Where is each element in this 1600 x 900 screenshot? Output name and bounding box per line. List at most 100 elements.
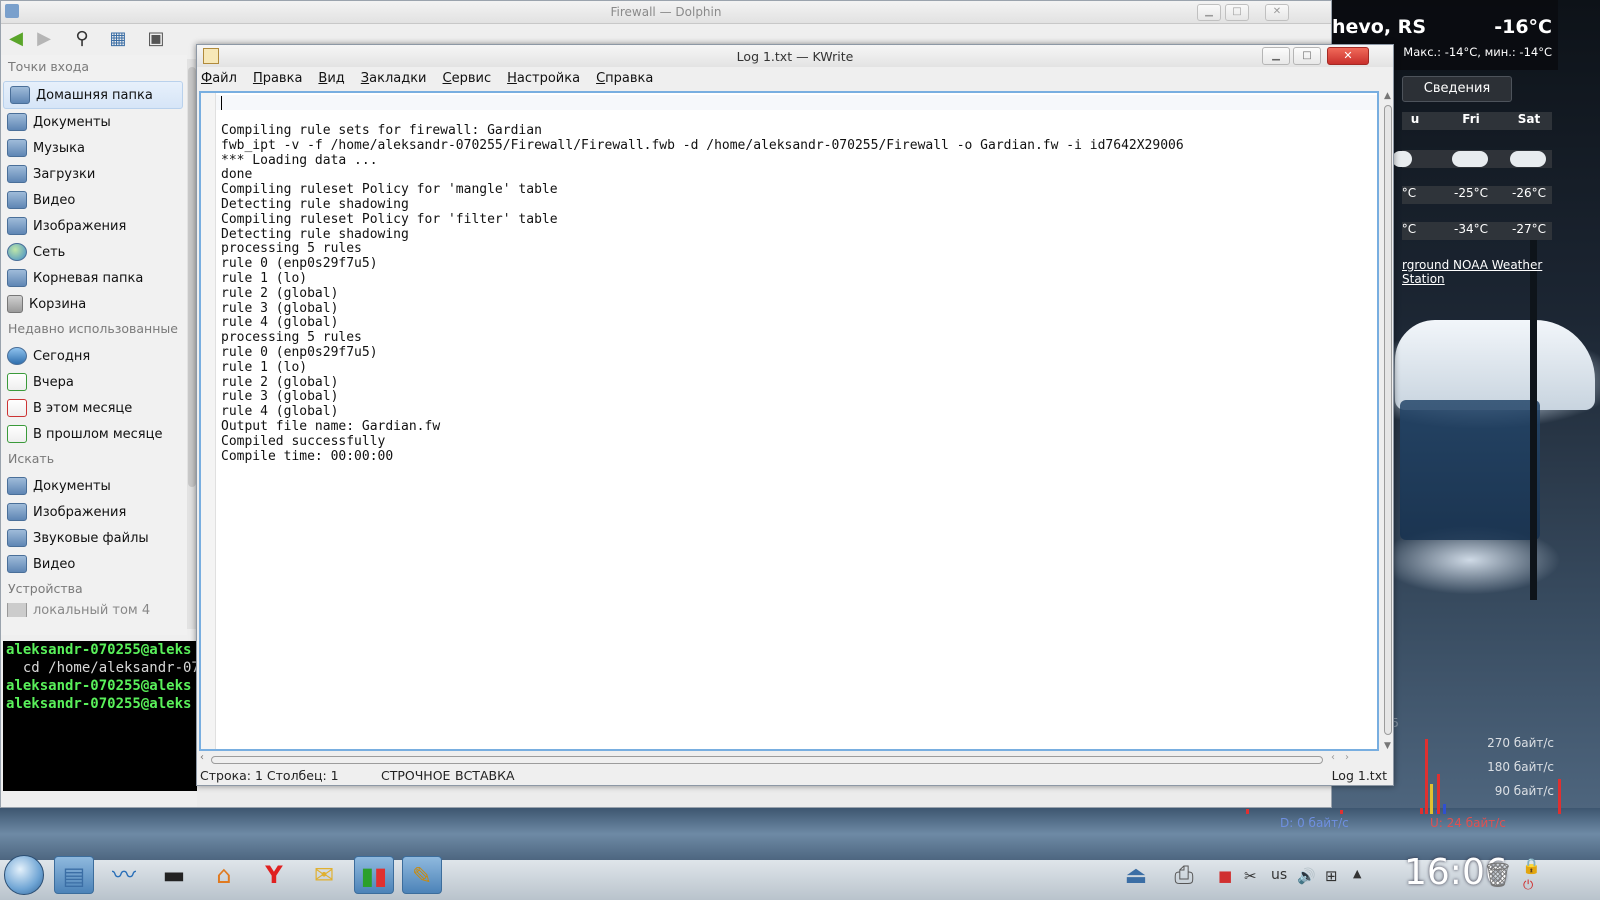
pictures-folder-icon	[7, 217, 27, 235]
kwrite-maximize-button[interactable]: □	[1293, 47, 1321, 65]
dolphin-task-icon[interactable]: ▤	[54, 856, 94, 894]
place-documents[interactable]: Документы	[1, 109, 187, 135]
dolphin-minimize-button[interactable]: ▁	[1197, 4, 1221, 21]
editor-horizontal-scrollbar-thumb[interactable]	[211, 756, 1323, 764]
lock-icon[interactable]: 🔒	[1522, 857, 1541, 875]
weather-details-button[interactable]: Сведения	[1402, 76, 1512, 102]
volume-icon[interactable]: 🔊	[1297, 867, 1316, 885]
tray-expand-arrow-icon[interactable]: ▲	[1353, 867, 1361, 880]
kwrite-titlebar[interactable]: Log 1.txt — KWrite ▁ □ ✕	[197, 45, 1393, 67]
forward-arrow-icon[interactable]: ▶	[31, 28, 57, 50]
terminal-line: aleksandr-070255@aleks	[6, 678, 192, 694]
application-launcher-button[interactable]	[4, 855, 44, 895]
firewall-builder-task-icon[interactable]: ▮▮	[354, 856, 394, 894]
kwrite-task-icon[interactable]: ✎	[402, 856, 442, 894]
kwrite-close-button[interactable]: ✕	[1327, 47, 1369, 65]
editor-vertical-scrollbar-thumb[interactable]	[1384, 105, 1392, 735]
kwrite-window: Log 1.txt — KWrite ▁ □ ✕ Файл Правка Вид…	[196, 44, 1394, 786]
editor-vertical-scrollbar[interactable]: ▲ ▼	[1383, 91, 1393, 751]
mail-icon[interactable]: ✉	[304, 856, 344, 894]
place-videos[interactable]: Видео	[1, 187, 187, 213]
scroll-right-arrow-icon[interactable]: ›	[1345, 752, 1349, 763]
videos-folder-icon	[7, 191, 27, 209]
network-icon[interactable]: ⊞	[1325, 867, 1338, 885]
scroll-left-arrow-icon[interactable]: ‹	[200, 752, 204, 763]
search-documents[interactable]: Документы	[1, 473, 187, 499]
network-level-label: 180 байт/с	[1487, 760, 1554, 774]
menu-settings[interactable]: Настройка	[507, 71, 580, 86]
place-pictures[interactable]: Изображения	[1, 213, 187, 239]
place-label: Сеть	[33, 244, 66, 260]
recent-this-month[interactable]: В этом месяце	[1, 395, 187, 421]
scroll-left-end-icon[interactable]: ‹	[1331, 752, 1335, 763]
network-download-rate: D: 0 байт/с	[1280, 816, 1349, 830]
printer-icon[interactable]: ⎙	[1164, 856, 1204, 894]
network-globe-icon	[7, 243, 27, 261]
clipboard-scissors-icon[interactable]: ✂	[1244, 867, 1257, 885]
place-network[interactable]: Сеть	[1, 239, 187, 265]
view-mode-icon[interactable]: ▦	[105, 28, 131, 50]
terminal-panel[interactable]: aleksandr-070255@aleks cd /home/aleksand…	[3, 641, 197, 791]
weather-day: u	[1410, 112, 1420, 126]
place-label: Корневая папка	[33, 270, 144, 286]
recent-yesterday[interactable]: Вчера	[1, 369, 187, 395]
menu-tools[interactable]: Сервис	[443, 71, 492, 86]
dolphin-close-button[interactable]: ✕	[1265, 4, 1289, 21]
search-icon[interactable]: ⚲	[69, 28, 95, 50]
recent-today[interactable]: Сегодня	[1, 343, 187, 369]
place-music[interactable]: Музыка	[1, 135, 187, 161]
downloads-folder-icon	[7, 165, 27, 183]
yandex-browser-icon[interactable]: Y	[254, 856, 294, 894]
root-folder-icon	[7, 269, 27, 287]
place-trash[interactable]: Корзина	[1, 291, 187, 317]
weather-source-link[interactable]: rground NOAA Weather Station	[1402, 258, 1558, 286]
place-label: Корзина	[29, 296, 87, 312]
menu-edit[interactable]: Правка	[253, 71, 302, 86]
menu-view[interactable]: Вид	[318, 71, 344, 86]
scroll-down-arrow-icon[interactable]: ▼	[1384, 741, 1391, 751]
back-arrow-icon[interactable]: ◀	[3, 28, 29, 50]
power-icon[interactable]: ⏻	[1523, 878, 1533, 893]
weather-high: -25°C	[1454, 186, 1488, 200]
editor-horizontal-scrollbar[interactable]: ‹ ‹ ›	[199, 752, 1379, 766]
device-partial[interactable]: локальный том 4	[1, 603, 187, 617]
search-images[interactable]: Изображения	[1, 499, 187, 525]
place-label: локальный том 4	[33, 603, 151, 617]
text-cursor	[221, 96, 222, 110]
stop-icon[interactable]: ■	[1218, 867, 1232, 885]
menu-bookmarks[interactable]: Закладки	[361, 71, 427, 86]
home-icon[interactable]: ⌂	[204, 856, 244, 894]
network-upload-rate: U: 24 байт/с	[1430, 816, 1506, 830]
keyboard-layout-indicator[interactable]: us	[1271, 867, 1287, 883]
wallpaper-pole	[1530, 240, 1537, 600]
menu-file[interactable]: Файл	[201, 71, 237, 86]
terminal-task-icon[interactable]: ▬	[154, 856, 194, 894]
search-audio[interactable]: Звуковые файлы	[1, 525, 187, 551]
kwrite-minimize-button[interactable]: ▁	[1262, 47, 1290, 65]
trash-icon[interactable]: 🗑	[1478, 856, 1518, 894]
insert-mode[interactable]: ВСТАВКА	[455, 768, 515, 783]
scroll-up-arrow-icon[interactable]: ▲	[1384, 91, 1391, 101]
place-downloads[interactable]: Загрузки	[1, 161, 187, 187]
device-notifier-icon[interactable]: ⏏	[1116, 856, 1156, 894]
search-videos[interactable]: Видео	[1, 551, 187, 577]
documents-folder-icon	[7, 113, 27, 131]
dolphin-maximize-button[interactable]: □	[1225, 4, 1249, 21]
documents-search-icon	[7, 477, 27, 495]
preview-icon[interactable]: ▣	[143, 28, 169, 50]
recent-last-month[interactable]: В прошлом месяце	[1, 421, 187, 447]
place-home[interactable]: Домашняя папка	[3, 81, 183, 109]
network-level-label: 270 байт/с	[1487, 736, 1554, 750]
dolphin-statusbar	[197, 787, 1331, 807]
system-monitor-task-icon[interactable]: 〰	[104, 856, 144, 894]
place-root[interactable]: Корневая папка	[1, 265, 187, 291]
block-selection-mode[interactable]: СТРОЧНОЕ	[381, 768, 450, 783]
menu-help[interactable]: Справка	[596, 71, 653, 86]
text-editor-area[interactable]: Compiling rule sets for firewall: Gardia…	[199, 91, 1379, 751]
editor-content[interactable]: Compiling rule sets for firewall: Gardia…	[221, 123, 1184, 464]
images-search-icon	[7, 503, 27, 521]
dolphin-titlebar[interactable]: Firewall — Dolphin ▁ □ ✕	[1, 1, 1331, 24]
terminal-line: aleksandr-070255@aleks	[6, 642, 192, 658]
places-scrollbar-thumb[interactable]	[188, 67, 196, 487]
cursor-position: Строка: 1 Столбец: 1	[200, 768, 339, 783]
